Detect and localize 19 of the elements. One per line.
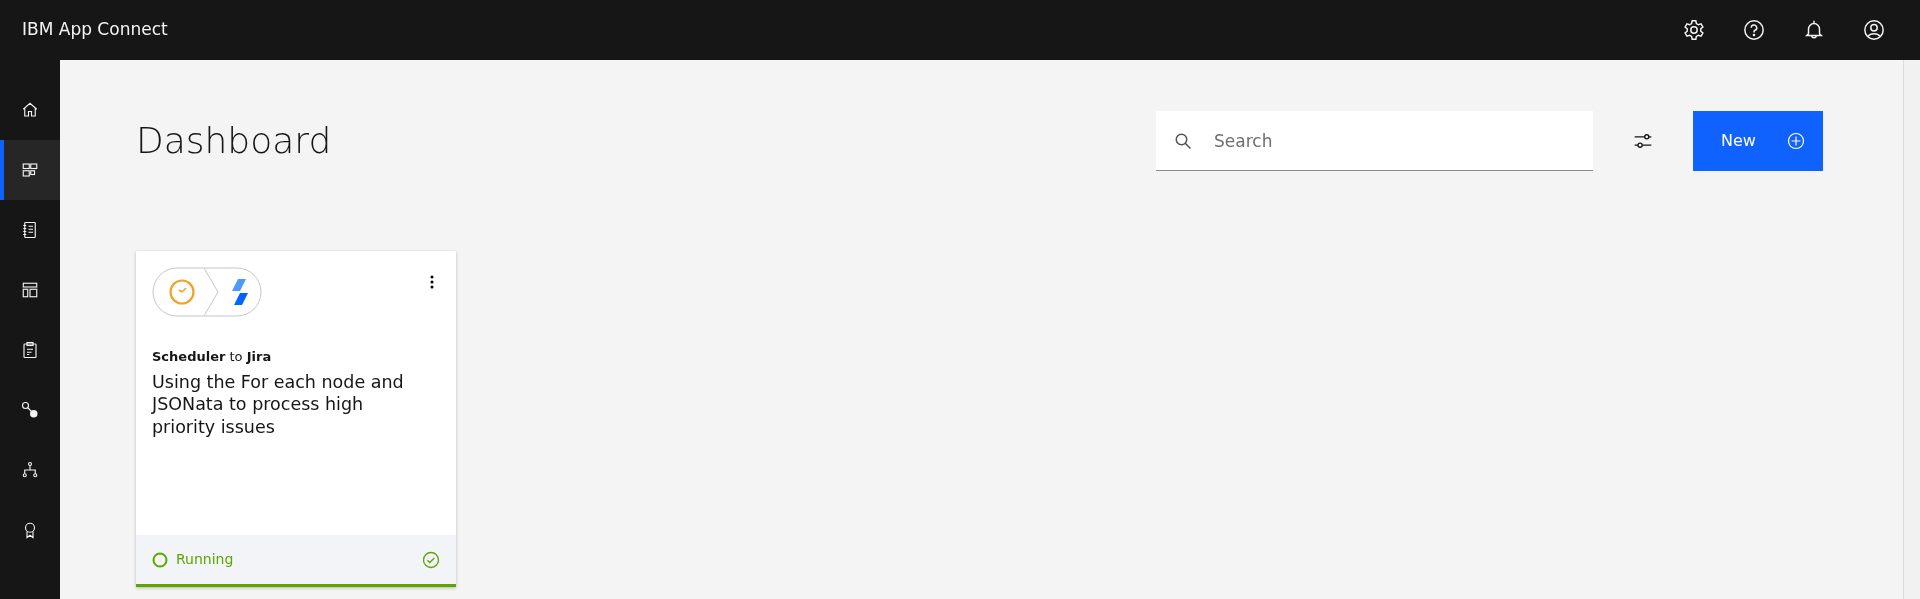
dashboard-icon [21,161,39,179]
checkmark-icon [422,550,440,569]
new-button[interactable]: New [1693,111,1823,171]
page-title: Dashboard [136,119,333,163]
hierarchy-icon [21,461,39,479]
status-ring-icon [152,551,168,568]
connection-icon [21,401,39,419]
clipboard-icon [21,341,39,359]
card-title: Using the For each node and JSONata to process high priority issues [152,370,405,439]
search-field[interactable]: Search [1156,111,1593,171]
flow-card[interactable]: Scheduler to Jira Using the For each node and JSONata to process high priority issues Running [136,251,456,587]
layout-icon [21,281,39,299]
notebook-icon [21,221,39,239]
app-title: IBM App Connect [21,18,169,42]
status-label: Running [176,550,234,569]
home-icon [21,101,39,119]
add-icon [1787,132,1805,150]
card-subtitle: Scheduler to Jira [152,348,273,366]
sidebar-item[interactable] [0,140,60,200]
